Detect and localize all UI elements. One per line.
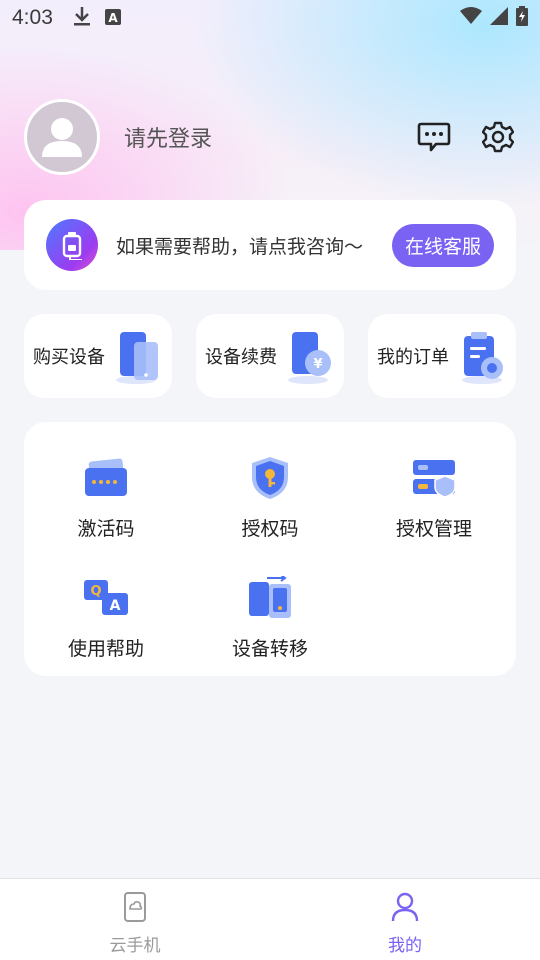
tab-label: 云手机 xyxy=(109,936,161,956)
svg-text:A: A xyxy=(108,11,118,25)
activation-code-item[interactable]: 激活码 xyxy=(24,452,188,552)
settings-gear-icon[interactable] xyxy=(480,119,516,155)
customer-service-icon xyxy=(46,219,98,271)
service-label: 授权码 xyxy=(241,518,299,540)
buy-device-card[interactable]: 购买设备 xyxy=(24,314,172,398)
signal-icon xyxy=(490,6,508,30)
svg-text:¥: ¥ xyxy=(313,357,322,372)
help-card[interactable]: 如果需要帮助，请点我咨询～ 在线客服 xyxy=(24,200,516,290)
qa-chat-icon: Q A xyxy=(80,572,132,624)
login-prompt[interactable]: 请先登录 xyxy=(124,121,212,153)
quick-action-label: 购买设备 xyxy=(33,347,105,368)
service-label: 激活码 xyxy=(77,518,135,540)
profile-row: 请先登录 xyxy=(24,98,516,176)
battery-charging-icon xyxy=(516,5,528,31)
quick-action-label: 我的订单 xyxy=(377,347,449,368)
services-grid: 激活码 授权码 授权管理 Q A 使用帮助 设备转移 xyxy=(24,422,516,676)
download-icon xyxy=(73,6,91,31)
status-bar: 4:03 A xyxy=(0,0,540,36)
user-avatar-icon[interactable] xyxy=(24,99,100,175)
wifi-icon xyxy=(460,6,482,30)
profile-icon xyxy=(390,891,420,927)
order-clipboard-icon xyxy=(458,330,508,386)
server-shield-icon xyxy=(408,452,460,504)
phone-renew-yen-icon: ¥ xyxy=(286,330,336,386)
quick-action-label: 设备续费 xyxy=(205,347,277,368)
cloud-phone-icon xyxy=(123,891,147,927)
online-service-button[interactable]: 在线客服 xyxy=(391,223,494,267)
tab-cloud-phone[interactable]: 云手机 xyxy=(0,879,270,960)
svg-text:Q: Q xyxy=(90,584,101,599)
help-text: 如果需要帮助，请点我咨询～ xyxy=(116,235,364,258)
device-transfer-icon xyxy=(244,572,296,624)
auth-code-item[interactable]: 授权码 xyxy=(188,452,352,552)
status-time: 4:03 xyxy=(12,6,53,29)
service-label: 设备转移 xyxy=(231,638,308,660)
usage-help-item[interactable]: Q A 使用帮助 xyxy=(24,572,188,672)
tab-label: 我的 xyxy=(388,936,422,956)
activation-card-icon xyxy=(80,452,132,504)
auth-manage-item[interactable]: 授权管理 xyxy=(352,452,516,552)
service-label: 使用帮助 xyxy=(67,638,144,660)
my-orders-card[interactable]: 我的订单 xyxy=(368,314,516,398)
service-label: 授权管理 xyxy=(395,518,472,540)
quick-actions: 购买设备 设备续费 ¥ 我的订单 xyxy=(24,314,516,398)
tab-profile[interactable]: 我的 xyxy=(270,879,540,960)
message-icon[interactable] xyxy=(416,119,452,155)
a-notification-icon: A xyxy=(104,6,121,30)
bottom-tab-bar: 云手机 我的 xyxy=(0,878,540,960)
device-transfer-item[interactable]: 设备转移 xyxy=(188,572,352,672)
shield-key-icon xyxy=(244,452,296,504)
phone-purchase-icon xyxy=(114,330,164,386)
renew-device-card[interactable]: 设备续费 ¥ xyxy=(196,314,344,398)
svg-text:A: A xyxy=(110,598,121,614)
